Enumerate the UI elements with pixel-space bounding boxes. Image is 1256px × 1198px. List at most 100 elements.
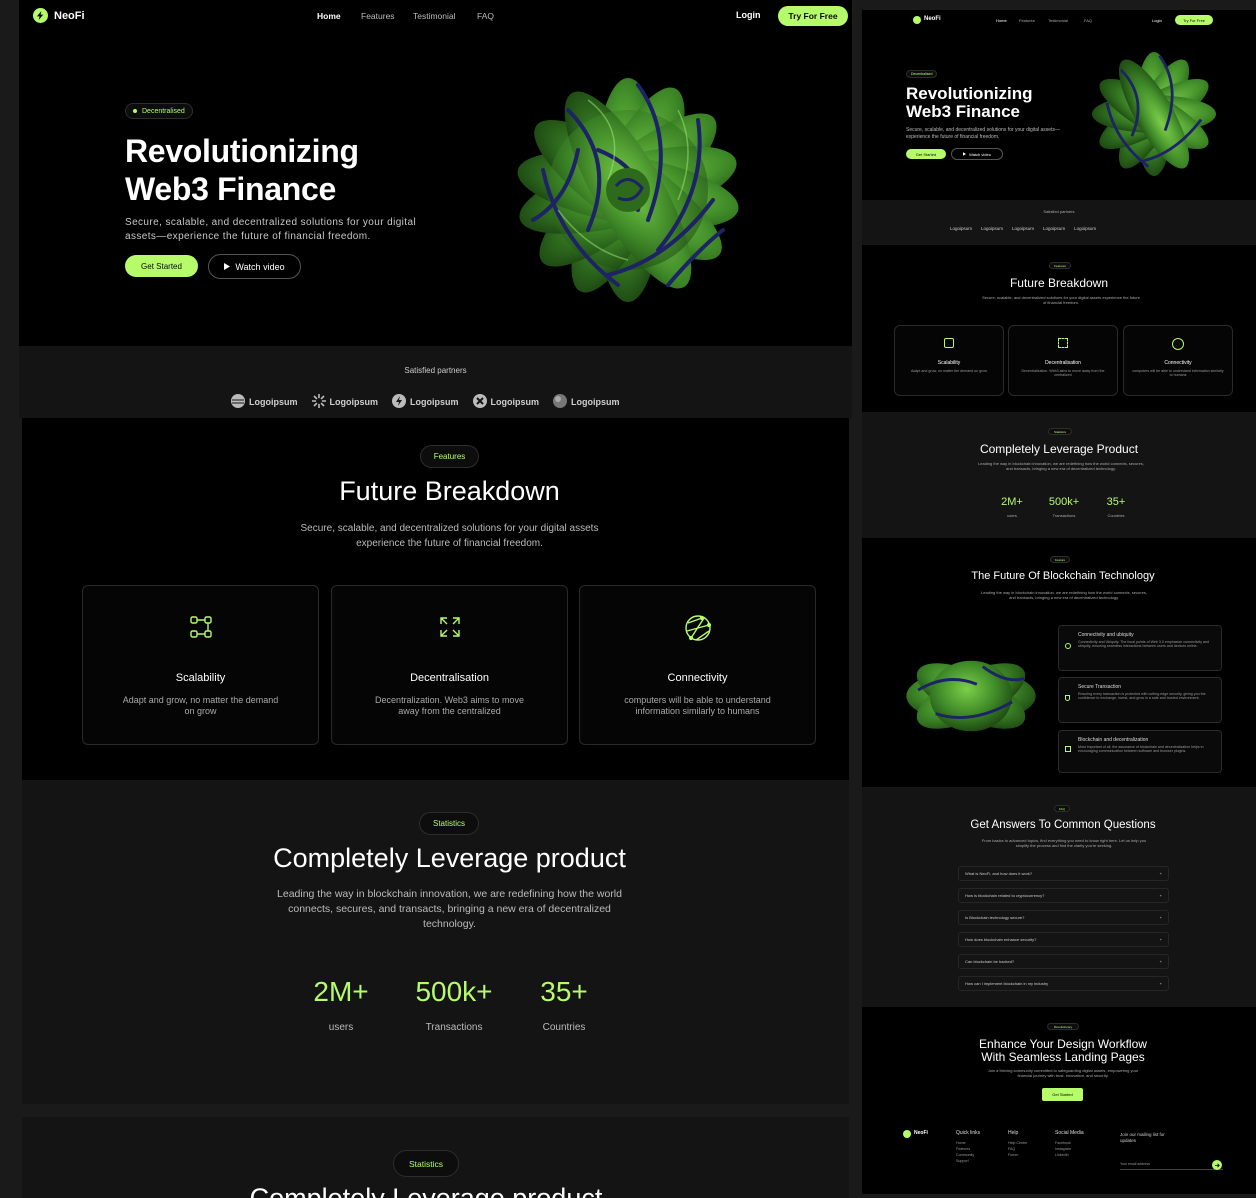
footer-email-field[interactable]: Your email address bbox=[1120, 1158, 1223, 1170]
try-for-free-button[interactable]: Try For Free bbox=[778, 6, 848, 26]
faq-item[interactable]: How is blockchain related to cryptocurre… bbox=[958, 888, 1169, 903]
nav-features[interactable]: Features bbox=[361, 11, 413, 21]
watch-video-button[interactable]: Watch video bbox=[208, 254, 301, 279]
footer-link[interactable]: Forum bbox=[1008, 1152, 1027, 1158]
preview-cta-subtitle: Join a thriving community committed to s… bbox=[987, 1068, 1139, 1078]
preview-partner-logo: Logoipsum bbox=[950, 226, 973, 231]
card-desc-line1: Decentralization. Web3 aims to move bbox=[375, 695, 524, 705]
footer-link[interactable]: Support bbox=[956, 1158, 980, 1164]
plus-icon: + bbox=[1159, 959, 1162, 964]
stats-badge: Statistics bbox=[393, 1150, 459, 1177]
preview-cta-title-line2: With Seamless Landing Pages bbox=[981, 1050, 1145, 1064]
preview-nav-testimonial[interactable]: Testimonial bbox=[1048, 18, 1068, 23]
preview-hero-subtitle: Secure, scalable, and decentralized solu… bbox=[906, 127, 1060, 140]
preview-brand-name: NeoFi bbox=[924, 16, 941, 22]
stat-label: users bbox=[328, 1022, 354, 1033]
feature-card-scalability: Scalability Adapt and grow, no matter th… bbox=[82, 585, 319, 745]
stats-section: Statistics Completely Leverage product L… bbox=[22, 780, 849, 1104]
preview-stat-users: 2M+ users bbox=[992, 496, 1032, 518]
footer-link[interactable]: LinkedIn bbox=[1055, 1152, 1084, 1158]
hero-title-line2: Web3 Finance bbox=[125, 171, 336, 207]
card-desc: computers will be able to understand inf… bbox=[580, 695, 815, 717]
preview-tech-badge: Feature bbox=[1050, 556, 1070, 563]
preview-hero-title-line1: Revolutionizing bbox=[906, 84, 1033, 103]
card-desc: Adapt and grow, no matter the demand on … bbox=[83, 695, 318, 717]
stat-value: 35+ bbox=[540, 976, 588, 1007]
plus-icon: + bbox=[1159, 871, 1162, 876]
faq-question: Can blockchain be hacked? bbox=[965, 959, 1015, 964]
stat-users: 2M+ users bbox=[301, 976, 381, 1033]
stat-label: users bbox=[1007, 513, 1017, 518]
scalability-icon bbox=[944, 338, 954, 348]
preview-cta-badge: Revolutionary bbox=[1047, 1023, 1079, 1030]
preview-stats-title: Completely Leverage Product bbox=[979, 442, 1139, 456]
login-link[interactable]: Login bbox=[736, 10, 761, 20]
wave-logo-icon bbox=[231, 394, 245, 410]
faq-item[interactable]: How does blockchain enhance security? + bbox=[958, 932, 1169, 947]
hero-subtitle-line1: Secure, scalable, and decentralized solu… bbox=[125, 217, 417, 228]
hero-title-line1: Revolutionizing bbox=[125, 133, 359, 169]
partner-logo-text: Logoipsum bbox=[490, 397, 540, 407]
preview-partner-logo: Logoipsum bbox=[1074, 226, 1097, 231]
stats-subtitle: Leading the way in blockchain innovation… bbox=[22, 887, 877, 932]
preview-watch-video[interactable]: Watch video bbox=[951, 148, 1003, 160]
plus-icon: + bbox=[1159, 915, 1162, 920]
footer-help: Help Help Centre FAQ Forum bbox=[1008, 1130, 1027, 1158]
preview-cta-title: Enhance Your Design Workflow With Seamle… bbox=[862, 1038, 1256, 1064]
stat-value: 500k+ bbox=[1048, 496, 1080, 508]
preview-3d-sculpture bbox=[1091, 51, 1217, 177]
hero-section: NeoFi Home Features Testimonial FAQ Logi… bbox=[19, 0, 852, 346]
preview-footer: NeoFi Quick links Home Features Communit… bbox=[862, 1120, 1256, 1194]
connectivity-icon bbox=[1065, 643, 1071, 649]
preview-get-started[interactable]: Get Started bbox=[906, 149, 946, 159]
stats-title: Completely Leverage product bbox=[273, 843, 626, 873]
shield-icon bbox=[1065, 695, 1070, 701]
preview-faq-badge: FAQ bbox=[1054, 805, 1070, 812]
arrow-right-icon bbox=[1214, 1163, 1220, 1167]
faq-item[interactable]: Is Blockchain technology secure? + bbox=[958, 910, 1169, 925]
preview-tech-item: Connectivity and ubiquity Connectivity a… bbox=[1058, 625, 1222, 671]
nav-faq[interactable]: FAQ bbox=[477, 11, 494, 21]
stat-value: 35+ bbox=[1106, 496, 1126, 508]
bolt-logo-icon bbox=[913, 16, 921, 24]
preview-features-title: Future Breakdown bbox=[1009, 276, 1109, 290]
nav-home[interactable]: Home bbox=[317, 11, 361, 21]
footer-col-title: Quick links bbox=[956, 1130, 981, 1136]
faq-item[interactable]: How can I implement blockchain in my ind… bbox=[958, 976, 1169, 991]
card-desc-line1: Adapt and grow, no matter the demand bbox=[122, 695, 279, 705]
preview-hero-title-line2: Web3 Finance bbox=[906, 102, 1020, 121]
faq-item[interactable]: What is NeoFi, and how does it work? + bbox=[958, 866, 1169, 881]
decentralisation-icon bbox=[439, 616, 461, 638]
partner-logo-text: Logoipsum bbox=[410, 397, 459, 407]
submit-arrow-button[interactable] bbox=[1212, 1160, 1222, 1170]
preview-nav-features[interactable]: Features bbox=[1019, 18, 1035, 23]
footer-col-title: Help bbox=[1008, 1130, 1019, 1136]
preview-login[interactable]: Login bbox=[1152, 18, 1162, 23]
hero-subtitle: Secure, scalable, and decentralized solu… bbox=[125, 216, 416, 244]
partner-logo-text: Logoipsum bbox=[329, 397, 379, 407]
preview-card-title: Scalability bbox=[937, 360, 961, 366]
preview-cta-button[interactable]: Get Started bbox=[1042, 1088, 1083, 1101]
card-title: Scalability bbox=[175, 672, 226, 684]
preview-try-button[interactable]: Try For Free bbox=[1175, 15, 1213, 25]
stat-label: Transactions bbox=[1052, 513, 1076, 518]
navbar: NeoFi Home Features Testimonial FAQ Logi… bbox=[19, 0, 852, 32]
faq-question: What is NeoFi, and how does it work? bbox=[965, 871, 1033, 876]
faq-item[interactable]: Can blockchain be hacked? + bbox=[958, 954, 1169, 969]
preview-faq-subtitle: From basics to advanced topics, find eve… bbox=[981, 838, 1147, 848]
card-desc-line2: away from the centralized bbox=[398, 706, 501, 716]
brand-logo[interactable]: NeoFi bbox=[33, 8, 85, 23]
preview-nav-faq[interactable]: FAQ bbox=[1084, 18, 1092, 23]
stats-subtitle-line2: connects, secures, and transacts, bringi… bbox=[288, 903, 611, 915]
stats-title: Completely Leverage product bbox=[249, 1183, 603, 1198]
decentralisation-icon bbox=[1058, 338, 1068, 348]
get-started-button[interactable]: Get Started bbox=[125, 255, 198, 277]
preview-card-decentralisation: Decentralisation Decentralization. Web3 … bbox=[1008, 325, 1118, 396]
stat-countries: 35+ Countries bbox=[524, 976, 604, 1033]
nav-testimonial[interactable]: Testimonial bbox=[413, 11, 477, 21]
connectivity-icon bbox=[1172, 338, 1184, 350]
card-desc: Decentralization. Web3 aims to move away… bbox=[332, 695, 567, 717]
preview-nav-home[interactable]: Home bbox=[996, 18, 1007, 23]
preview-stat-transactions: 500k+ Transactions bbox=[1039, 496, 1089, 518]
card-desc-line2: on grow bbox=[184, 706, 217, 716]
